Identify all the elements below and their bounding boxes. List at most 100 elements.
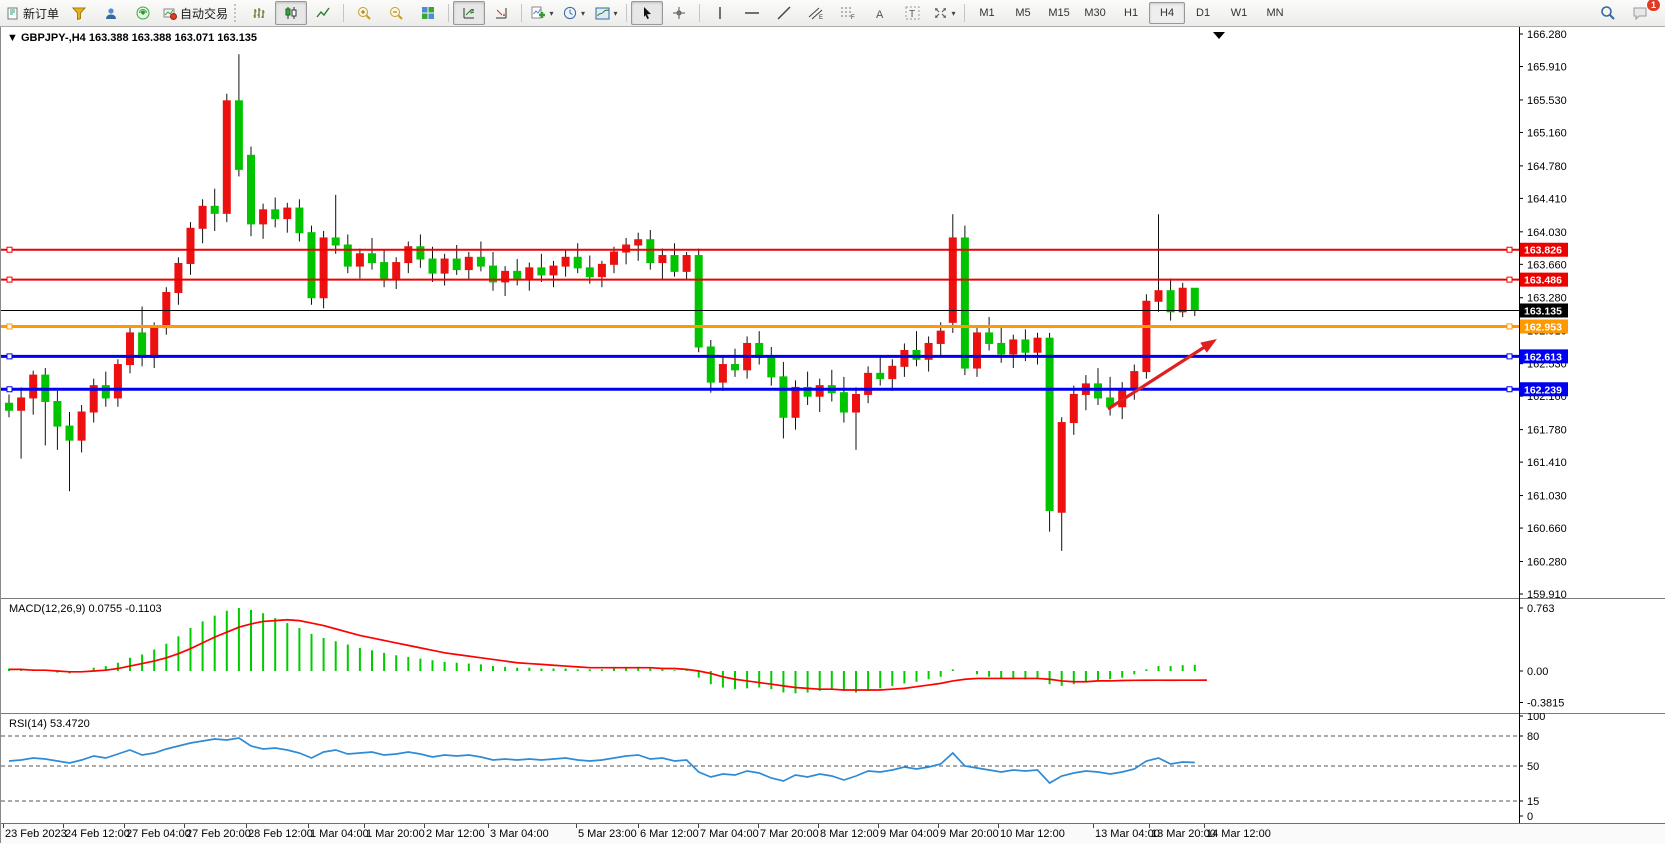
toolbar-separator <box>343 4 344 22</box>
candle-body <box>417 247 424 259</box>
tile-windows-button[interactable] <box>412 1 444 25</box>
time-axis-label: 27 Feb 04:00 <box>126 828 191 840</box>
timeframe-m15-button[interactable]: M15 <box>1041 2 1077 24</box>
time-axis[interactable]: 23 Feb 202324 Feb 12:0027 Feb 04:0027 Fe… <box>1 823 1665 844</box>
market-watch-button[interactable] <box>63 1 95 25</box>
svg-text:A: A <box>876 9 884 20</box>
new-order-button[interactable]: 新订单 <box>3 1 63 25</box>
chevron-down-icon: ▾ <box>581 9 585 18</box>
candle-body <box>1095 384 1102 398</box>
arrange-left-button[interactable] <box>453 1 485 25</box>
arrows-button[interactable]: ▾ <box>928 1 960 25</box>
signals-button[interactable] <box>127 1 159 25</box>
candle-body <box>937 331 944 343</box>
timeframe-h1-button[interactable]: H1 <box>1113 2 1149 24</box>
timeframe-mn-button[interactable]: MN <box>1257 2 1293 24</box>
line-handle[interactable] <box>7 277 12 282</box>
candle-body <box>453 259 460 270</box>
line-handle[interactable] <box>7 324 12 329</box>
period-button[interactable]: ▾ <box>558 1 590 25</box>
candle-body <box>635 240 642 245</box>
line-chart-button[interactable] <box>307 1 339 25</box>
candle-body <box>1058 423 1065 513</box>
svg-text:E: E <box>819 15 823 20</box>
time-tick <box>124 824 125 828</box>
vertical-line-icon <box>715 6 725 20</box>
timeframe-d1-button[interactable]: D1 <box>1185 2 1221 24</box>
line-handle[interactable] <box>1507 277 1512 282</box>
timeframe-m30-button[interactable]: M30 <box>1077 2 1113 24</box>
text-label-button[interactable]: T <box>896 1 928 25</box>
price-tick-label: 166.280 <box>1527 29 1567 41</box>
main-price-pane[interactable]: 166.280165.910165.530165.160164.780164.4… <box>1 27 1665 598</box>
search-button[interactable] <box>1592 1 1624 25</box>
notification-badge: 1 <box>1646 0 1661 12</box>
template-button[interactable]: ▾ <box>590 1 622 25</box>
annotation-arrow[interactable] <box>1108 344 1209 409</box>
timeframe-m1-button[interactable]: M1 <box>969 2 1005 24</box>
candle-body <box>659 256 666 263</box>
time-tick <box>184 824 185 828</box>
time-axis-label: 3 Mar 04:00 <box>490 828 549 840</box>
bar-chart-button[interactable] <box>243 1 275 25</box>
candle-body <box>211 206 218 213</box>
candle-body <box>1179 288 1186 312</box>
time-axis-label: 6 Mar 12:00 <box>640 828 699 840</box>
line-handle[interactable] <box>7 387 12 392</box>
candle-body <box>1046 338 1053 510</box>
price-tick-label: 165.160 <box>1527 127 1567 139</box>
candle-body <box>139 333 146 358</box>
price-tick-label: 164.030 <box>1527 227 1567 239</box>
trendline-icon <box>777 6 791 20</box>
rsi-axis-label: 50 <box>1527 761 1539 773</box>
candle-body <box>889 366 896 378</box>
candle-body <box>538 268 545 275</box>
crosshair-button[interactable] <box>663 1 695 25</box>
candle-body <box>320 238 327 298</box>
candle-body <box>1167 291 1174 312</box>
line-handle[interactable] <box>1507 247 1512 252</box>
timeframe-m5-button[interactable]: M5 <box>1005 2 1041 24</box>
cursor-button[interactable] <box>631 1 663 25</box>
add-indicator-button[interactable]: ▾ <box>526 1 558 25</box>
line-handle[interactable] <box>1507 387 1512 392</box>
rsi-pane[interactable]: 1008050150 <box>1 713 1665 823</box>
line-handle[interactable] <box>1507 354 1512 359</box>
time-axis-label: 7 Mar 04:00 <box>700 828 759 840</box>
toolbar-grip <box>234 4 241 22</box>
tile-windows-icon <box>421 6 435 20</box>
timeframe-h4-button[interactable]: H4 <box>1149 2 1185 24</box>
candle-body <box>1143 301 1150 371</box>
candle-body <box>695 256 702 347</box>
macd-axis-label: 0.00 <box>1527 666 1548 678</box>
timeframe-w1-button[interactable]: W1 <box>1221 2 1257 24</box>
rsi-axis-label: 80 <box>1527 731 1539 743</box>
candle-body <box>707 347 714 382</box>
line-handle[interactable] <box>7 354 12 359</box>
zoom-in-button[interactable] <box>348 1 380 25</box>
time-tick <box>576 824 577 828</box>
candlestick-chart-button[interactable] <box>275 1 307 25</box>
macd-pane[interactable]: 0.7630.00-0.3815 <box>1 598 1665 713</box>
horizontal-line-button[interactable] <box>736 1 768 25</box>
time-axis-label: 28 Feb 12:00 <box>248 828 313 840</box>
auto-trading-button[interactable]: 自动交易 <box>159 1 232 25</box>
time-tick <box>246 824 247 828</box>
shift-marker-icon[interactable] <box>1213 32 1225 39</box>
svg-text:162.613: 162.613 <box>1524 351 1562 363</box>
fibonacci-button[interactable]: F <box>832 1 864 25</box>
line-handle[interactable] <box>7 247 12 252</box>
equidistant-channel-button[interactable]: E <box>800 1 832 25</box>
accounts-button[interactable] <box>95 1 127 25</box>
zoom-out-button[interactable] <box>380 1 412 25</box>
text-button[interactable]: A <box>864 1 896 25</box>
chart-window: ▼ GBPJPY-,H4 163.388 163.388 163.071 163… <box>0 27 1665 843</box>
trendline-button[interactable] <box>768 1 800 25</box>
notifications-button[interactable]: 1 <box>1624 1 1656 25</box>
line-handle[interactable] <box>1507 324 1512 329</box>
price-tick-label: 165.910 <box>1527 62 1567 74</box>
arrange-right-button[interactable] <box>485 1 517 25</box>
vertical-line-button[interactable] <box>704 1 736 25</box>
macd-signal-line <box>9 620 1207 690</box>
chat-bubble-icon <box>1632 6 1648 20</box>
